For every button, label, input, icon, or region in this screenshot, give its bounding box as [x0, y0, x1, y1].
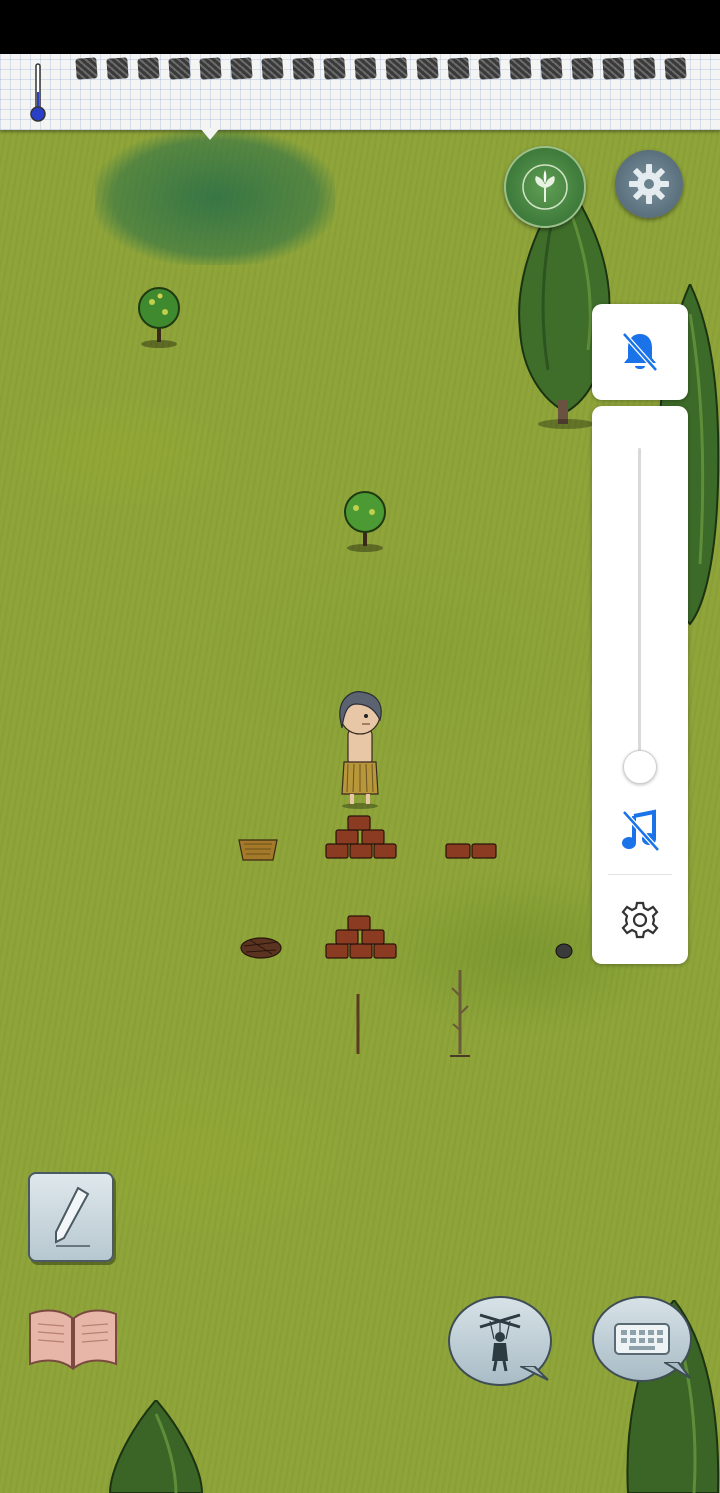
gear-outline-icon: [621, 901, 659, 939]
food-pip: [168, 57, 191, 80]
food-pip: [509, 57, 532, 80]
music-mute-button[interactable]: [616, 806, 664, 854]
media-volume-panel: [592, 406, 688, 964]
food-pip: [478, 57, 501, 80]
volume-settings-button[interactable]: [616, 896, 664, 944]
food-pip: [385, 57, 408, 80]
music-off-icon: [622, 809, 660, 852]
bell-off-icon: [622, 332, 658, 372]
volume-slider-thumb[interactable]: [623, 750, 657, 784]
food-pip: [137, 57, 160, 80]
brick-pair[interactable]: [444, 836, 500, 862]
keyboard-icon: [614, 1323, 670, 1355]
food-pip: [447, 57, 470, 80]
long-shaft[interactable]: [350, 992, 366, 1058]
kindling-pile[interactable]: [238, 928, 284, 960]
round-stone[interactable]: [554, 942, 574, 960]
berry-bush[interactable]: [132, 284, 186, 348]
food-pip: [106, 57, 129, 80]
settings-button[interactable]: [615, 150, 683, 218]
swamp-pond: [95, 130, 335, 265]
woven-basket[interactable]: [236, 832, 280, 864]
food-pip: [230, 57, 253, 80]
sprout-compass-icon: [522, 164, 568, 210]
brick-stack[interactable]: [324, 910, 398, 962]
volume-slider-track[interactable]: [638, 448, 641, 768]
food-pip: [602, 57, 625, 80]
bubble-tail: [664, 1362, 691, 1379]
brick-stack[interactable]: [324, 810, 398, 862]
food-meter: [75, 57, 687, 82]
food-pip: [633, 57, 656, 80]
food-pip: [416, 57, 439, 80]
food-pip: [571, 57, 594, 80]
status-bar: [0, 0, 720, 54]
sprout-compass-button[interactable]: [504, 146, 586, 228]
hud-pointer: [200, 128, 220, 140]
berry-bush[interactable]: [338, 488, 392, 552]
food-pip: [75, 57, 98, 80]
juniper-tree-bottom[interactable]: [106, 1400, 206, 1493]
sapling-branch[interactable]: [444, 966, 476, 1058]
food-pip: [292, 57, 315, 80]
food-pip: [664, 57, 687, 80]
panel-divider: [608, 874, 672, 875]
food-pip: [354, 57, 377, 80]
bubble-tail: [520, 1366, 549, 1381]
food-pip: [199, 57, 222, 80]
puppet-icon: [479, 1313, 521, 1372]
thermometer-icon: [30, 63, 46, 122]
pencil-icon: [55, 1186, 90, 1247]
food-pip: [261, 57, 284, 80]
gear-icon: [629, 164, 669, 204]
player-character[interactable]: [330, 690, 390, 810]
food-pip: [323, 57, 346, 80]
ringer-mode-button[interactable]: [592, 304, 688, 400]
food-pip: [540, 57, 563, 80]
edit-note-button[interactable]: [28, 1172, 114, 1262]
recipe-book-button[interactable]: [26, 1304, 120, 1372]
